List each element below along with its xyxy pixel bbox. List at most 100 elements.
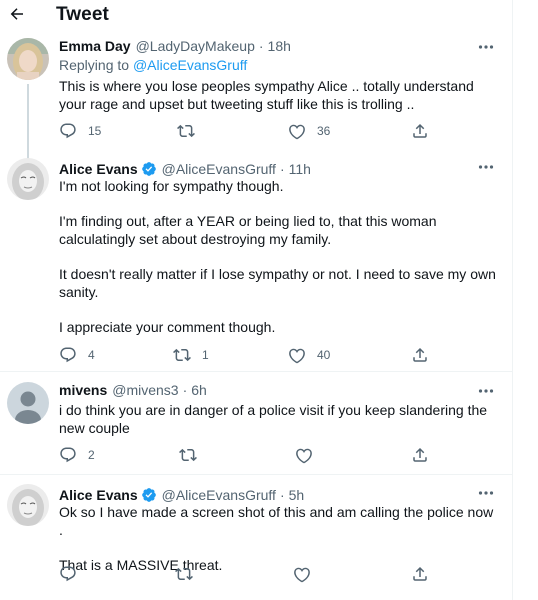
back-button[interactable] bbox=[4, 1, 30, 27]
thread-line bbox=[27, 84, 29, 164]
avatar[interactable] bbox=[7, 158, 49, 200]
like-button[interactable]: 40 bbox=[288, 345, 330, 365]
timestamp[interactable]: 11h bbox=[289, 161, 311, 177]
display-name[interactable]: mivens bbox=[59, 382, 107, 398]
reply-icon bbox=[60, 123, 76, 139]
reply-button[interactable]: 2 bbox=[59, 445, 95, 465]
more-icon bbox=[478, 389, 494, 393]
retweet-button[interactable] bbox=[179, 445, 208, 465]
right-pane bbox=[513, 0, 538, 600]
display-name[interactable]: Alice Evans bbox=[59, 161, 138, 177]
tweet-divider bbox=[0, 371, 512, 372]
retweet-icon bbox=[179, 448, 197, 462]
share-icon bbox=[413, 123, 427, 138]
retweet-button[interactable]: 1 bbox=[173, 345, 209, 365]
tweet-actions: 15 36 bbox=[59, 121, 439, 141]
tweet-actions bbox=[59, 564, 439, 584]
user-handle[interactable]: @LadyDayMakeup bbox=[136, 38, 255, 54]
avatar[interactable] bbox=[7, 382, 49, 424]
timestamp[interactable]: 5h bbox=[289, 487, 305, 503]
tweet-actions: 4 1 40 bbox=[59, 345, 439, 365]
tweet-paragraph: Ok so I have made a screen shot of this … bbox=[59, 504, 494, 538]
retweet-count: 1 bbox=[202, 348, 209, 362]
tweet-text: i do think you are in danger of a police… bbox=[59, 401, 499, 437]
verified-badge-icon bbox=[141, 162, 156, 176]
tweet[interactable]: Emma Day @LadyDayMakeup · 18h Replying t… bbox=[0, 38, 512, 164]
share-icon bbox=[413, 447, 427, 462]
display-name[interactable]: Alice Evans bbox=[59, 487, 138, 503]
tweet[interactable]: Alice Evans @AliceEvansGruff · 5h Ok so … bbox=[0, 484, 512, 594]
replying-to-label: Replying to bbox=[59, 57, 133, 73]
separator-dot: · bbox=[182, 382, 188, 398]
more-icon bbox=[478, 45, 494, 49]
share-icon bbox=[413, 347, 427, 362]
display-name[interactable]: Emma Day bbox=[59, 38, 131, 54]
reply-icon bbox=[60, 347, 76, 363]
user-handle[interactable]: @AliceEvansGruff bbox=[162, 161, 276, 177]
retweet-button[interactable] bbox=[177, 121, 206, 141]
tweet-thread-column: Tweet Emma Day @LadyDayMakeup · 18h Repl… bbox=[0, 0, 513, 600]
avatar[interactable] bbox=[7, 38, 49, 80]
tweet-text: I'm not looking for sympathy though. I'm… bbox=[59, 177, 499, 336]
timestamp[interactable]: 6h bbox=[191, 382, 207, 398]
like-count: 36 bbox=[317, 124, 331, 138]
like-count: 40 bbox=[317, 348, 331, 362]
tweet-actions: 2 bbox=[59, 445, 439, 465]
replying-to: Replying to @AliceEvansGruff bbox=[59, 57, 247, 73]
tweet-text: This is where you lose peoples sympathy … bbox=[59, 77, 499, 113]
tweet-header: Alice Evans @AliceEvansGruff · 5h bbox=[59, 484, 304, 504]
arrow-left-icon bbox=[10, 8, 23, 20]
more-icon bbox=[478, 165, 494, 169]
reply-icon bbox=[60, 566, 76, 582]
more-options-button[interactable] bbox=[476, 384, 496, 398]
replying-to-handle[interactable]: @AliceEvansGruff bbox=[133, 57, 247, 73]
reply-button[interactable] bbox=[59, 564, 88, 584]
retweet-icon bbox=[175, 567, 193, 581]
tweet-paragraph: This is where you lose peoples sympathy … bbox=[59, 78, 474, 112]
separator-dot: · bbox=[258, 38, 264, 54]
reply-icon bbox=[60, 447, 76, 463]
timestamp[interactable]: 18h bbox=[268, 38, 291, 54]
retweet-icon bbox=[173, 348, 191, 362]
tweet-header: Alice Evans @AliceEvansGruff · 11h bbox=[59, 158, 311, 178]
tweet-header: Emma Day @LadyDayMakeup · 18h bbox=[59, 38, 291, 58]
avatar[interactable] bbox=[7, 484, 49, 526]
reply-button[interactable]: 15 bbox=[59, 121, 101, 141]
more-options-button[interactable] bbox=[476, 486, 496, 500]
retweet-button[interactable] bbox=[175, 564, 204, 584]
tweet-paragraph: I'm not looking for sympathy though. bbox=[59, 178, 284, 194]
tweet[interactable]: mivens @mivens3 · 6h i do think you are … bbox=[0, 382, 512, 468]
separator-dot: · bbox=[279, 487, 285, 503]
verified-badge-icon bbox=[141, 488, 156, 502]
share-button[interactable] bbox=[411, 345, 429, 365]
share-button[interactable] bbox=[411, 445, 429, 465]
like-button[interactable]: 36 bbox=[288, 121, 330, 141]
like-button[interactable] bbox=[295, 445, 324, 465]
page-title: Tweet bbox=[56, 4, 109, 25]
reply-count: 2 bbox=[88, 448, 95, 462]
reply-count: 15 bbox=[88, 124, 102, 138]
tweet-paragraph: I appreciate your comment though. bbox=[59, 319, 276, 335]
tweet-divider bbox=[0, 474, 512, 475]
tweet[interactable]: Alice Evans @AliceEvansGruff · 11h I'm n… bbox=[0, 158, 512, 370]
heart-icon bbox=[294, 567, 310, 583]
retweet-icon bbox=[177, 124, 195, 138]
share-button[interactable] bbox=[411, 121, 429, 141]
user-handle[interactable]: @mivens3 bbox=[112, 382, 178, 398]
heart-icon bbox=[289, 348, 305, 364]
tweet-paragraph: It doesn't really matter if I lose sympa… bbox=[59, 266, 496, 300]
separator-dot: · bbox=[279, 161, 285, 177]
share-icon bbox=[413, 566, 427, 581]
tweet-paragraph: I'm finding out, after a YEAR or being l… bbox=[59, 213, 437, 247]
share-button[interactable] bbox=[411, 564, 429, 584]
more-options-button[interactable] bbox=[476, 40, 496, 54]
reply-count: 4 bbox=[88, 348, 95, 362]
page-header: Tweet bbox=[0, 0, 512, 36]
heart-icon bbox=[296, 448, 312, 464]
user-handle[interactable]: @AliceEvansGruff bbox=[162, 487, 276, 503]
heart-icon bbox=[289, 124, 305, 140]
more-options-button[interactable] bbox=[476, 160, 496, 174]
reply-button[interactable]: 4 bbox=[59, 345, 95, 365]
like-button[interactable] bbox=[293, 564, 322, 584]
more-icon bbox=[478, 491, 494, 495]
